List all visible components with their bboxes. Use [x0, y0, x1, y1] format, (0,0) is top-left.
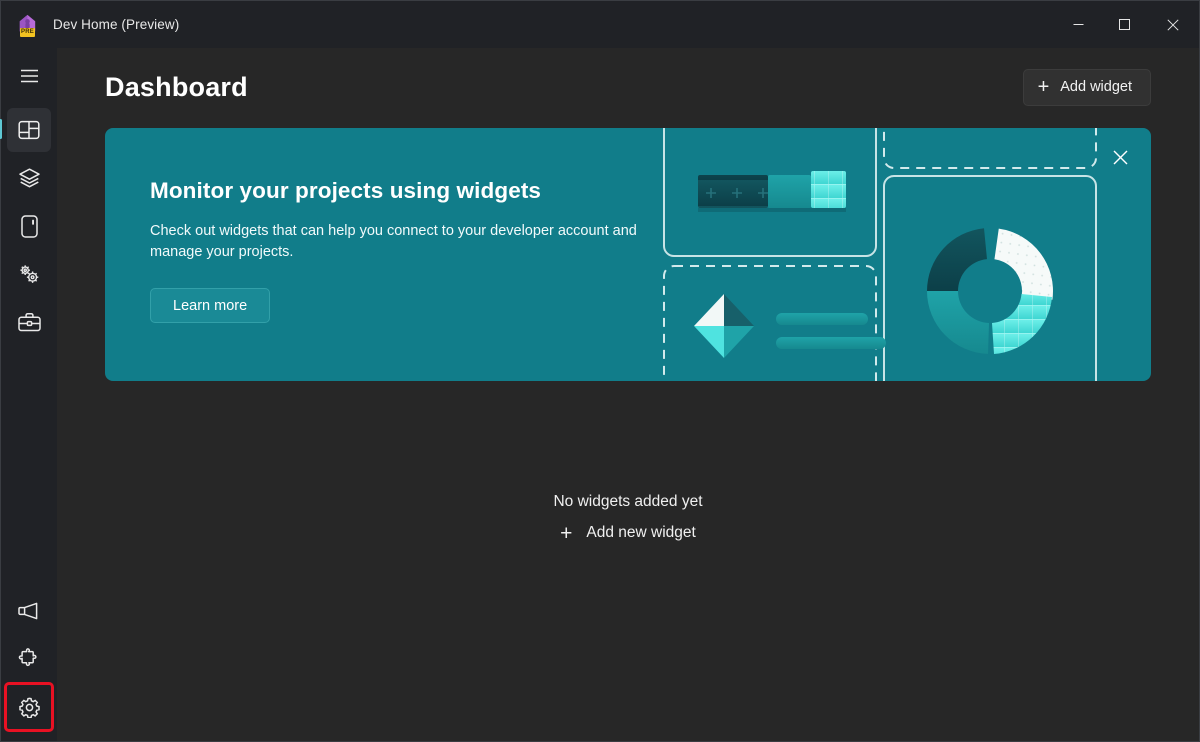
- plus-icon: +: [560, 521, 573, 545]
- dev-home-house-icon: PRE: [15, 12, 41, 38]
- preview-badge: PRE: [20, 27, 35, 37]
- add-widget-button[interactable]: + Add widget: [1022, 68, 1151, 106]
- page-title: Dashboard: [105, 71, 248, 102]
- sidebar-item-extensions[interactable]: [7, 637, 51, 681]
- maximize-icon: [1118, 19, 1130, 30]
- megaphone-icon: [17, 602, 37, 620]
- widgets-illustration: [663, 128, 1097, 381]
- close-icon: [1113, 150, 1127, 164]
- page-header: Dashboard + Add widget: [57, 48, 1199, 126]
- window-body: Dashboard + Add widget Monitor your proj…: [0, 48, 1199, 741]
- banner-text-block: Monitor your projects using widgets Chec…: [150, 178, 710, 323]
- toolbox-icon: [17, 312, 41, 332]
- sidebar-item-environments[interactable]: [7, 204, 51, 248]
- dashboard-icon: [18, 120, 40, 140]
- add-widget-label: Add widget: [1060, 79, 1132, 95]
- layers-icon: [18, 168, 40, 188]
- maximize-button[interactable]: [1101, 1, 1147, 48]
- widgets-promo-banner: Monitor your projects using widgets Chec…: [105, 128, 1151, 381]
- widgets-empty-state: No widgets added yet + Add new widget: [57, 381, 1199, 741]
- window-title: Dev Home (Preview): [53, 17, 180, 32]
- puzzle-icon: [18, 648, 37, 667]
- sidebar-item-machine-configuration[interactable]: [7, 156, 51, 200]
- device-icon: [20, 214, 38, 238]
- learn-more-button[interactable]: Learn more: [150, 288, 271, 323]
- sidebar-item-utilities[interactable]: [7, 252, 51, 296]
- add-new-widget-label: Add new widget: [586, 524, 696, 541]
- window-controls: [1055, 1, 1199, 48]
- banner-close-button[interactable]: [1105, 142, 1135, 172]
- hamburger-menu-button[interactable]: [7, 54, 51, 98]
- title-bar: PRE Dev Home (Preview): [1, 1, 1199, 48]
- navigation-sidebar: [0, 48, 57, 741]
- minimize-button[interactable]: [1055, 1, 1101, 48]
- gears-icon: [20, 265, 39, 283]
- gear-icon: [18, 697, 40, 718]
- banner-description: Check out widgets that can help you conn…: [150, 223, 637, 260]
- sidebar-item-dev-insights[interactable]: [7, 300, 51, 344]
- sidebar-item-feedback[interactable]: [7, 589, 51, 633]
- minimize-icon: [1073, 24, 1083, 25]
- close-icon: [1167, 18, 1179, 31]
- banner-title: Monitor your projects using widgets: [150, 178, 542, 203]
- add-new-widget-button[interactable]: + Add new widget: [560, 523, 696, 544]
- sidebar-item-dashboard[interactable]: [0, 108, 51, 152]
- dev-home-window: PRE Dev Home (Preview) Dashboard + Add w…: [0, 0, 1200, 742]
- sidebar-item-settings[interactable]: [4, 682, 54, 732]
- hamburger-icon: [20, 69, 38, 83]
- plus-icon: +: [1037, 76, 1050, 98]
- close-button[interactable]: [1147, 1, 1199, 48]
- empty-state-title: No widgets added yet: [553, 492, 703, 510]
- main-content: Dashboard + Add widget Monitor your proj…: [57, 48, 1199, 741]
